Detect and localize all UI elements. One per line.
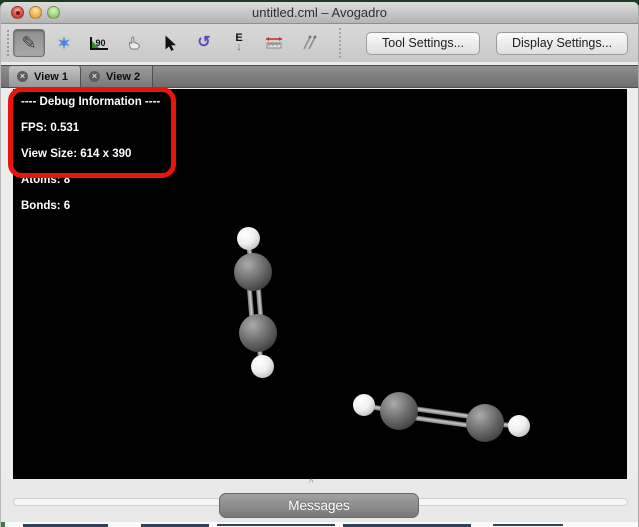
bottom-panel: ^ Messages: [1, 479, 638, 527]
clipped-text-fragment: [493, 524, 563, 526]
close-tab-icon[interactable]: ×: [89, 71, 100, 82]
align-lines-icon: [300, 35, 318, 51]
tool-settings-button[interactable]: Tool Settings...: [366, 32, 480, 55]
hand-icon: [126, 35, 142, 51]
draw-tool-button[interactable]: ✎: [13, 29, 45, 57]
navigate-tool-button[interactable]: ✶: [48, 29, 80, 57]
atom-H[interactable]: [251, 355, 274, 378]
atom-C[interactable]: [239, 314, 277, 352]
clipped-text-fragment: [1, 522, 5, 527]
cursor-arrow-icon: [161, 35, 177, 52]
auto-optimize-tool-button[interactable]: E ↓: [223, 29, 255, 57]
red-highlight-annotation: [8, 87, 176, 178]
pencil-icon: ✎: [21, 34, 36, 52]
tab-view-2-label: View 2: [106, 71, 140, 83]
manipulate-tool-button[interactable]: [118, 29, 150, 57]
align-tool-button[interactable]: [293, 29, 325, 57]
clipped-text-fragment: [217, 524, 335, 526]
ruler-measure-icon: [264, 36, 284, 50]
window-title: untitled.cml – Avogadro: [1, 5, 638, 20]
angle-90-icon: 90: [90, 37, 107, 50]
avogadro-window: untitled.cml – Avogadro ✎ ✶ 90 ↺ E: [0, 2, 639, 527]
view-tab-bar: × View 1 × View 2: [1, 65, 638, 88]
clipped-console-row: [1, 522, 638, 527]
selection-tool-button[interactable]: [153, 29, 185, 57]
messages-button[interactable]: Messages: [219, 493, 419, 518]
bond-centric-tool-button[interactable]: 90: [83, 29, 115, 57]
auto-optimize-icon: E ↓: [235, 35, 242, 51]
close-tab-icon[interactable]: ×: [17, 71, 28, 82]
atom-H[interactable]: [237, 227, 260, 250]
tab-view-1-label: View 1: [34, 71, 68, 83]
navigate-star-icon: ✶: [57, 35, 71, 52]
tab-view-2[interactable]: × View 2: [81, 66, 153, 87]
splitter-caret-icon: ^: [309, 478, 314, 489]
atom-C[interactable]: [234, 253, 272, 291]
atom-H[interactable]: [353, 394, 375, 416]
atom-C[interactable]: [380, 392, 418, 430]
toolbar-drag-handle[interactable]: [7, 30, 10, 56]
debug-bonds: Bonds: 6: [21, 200, 70, 212]
atom-C[interactable]: [466, 404, 504, 442]
auto-rotate-tool-button[interactable]: ↺: [188, 29, 220, 57]
display-settings-button[interactable]: Display Settings...: [496, 32, 628, 55]
atom-H[interactable]: [508, 415, 530, 437]
tab-view-1[interactable]: × View 1: [9, 66, 81, 87]
rotate-icon: ↺: [197, 35, 210, 51]
toolbar: ✎ ✶ 90 ↺ E ↓: [1, 24, 638, 62]
measure-tool-button[interactable]: [258, 29, 290, 57]
title-bar[interactable]: untitled.cml – Avogadro: [1, 2, 638, 24]
toolbar-separator: [339, 28, 342, 58]
